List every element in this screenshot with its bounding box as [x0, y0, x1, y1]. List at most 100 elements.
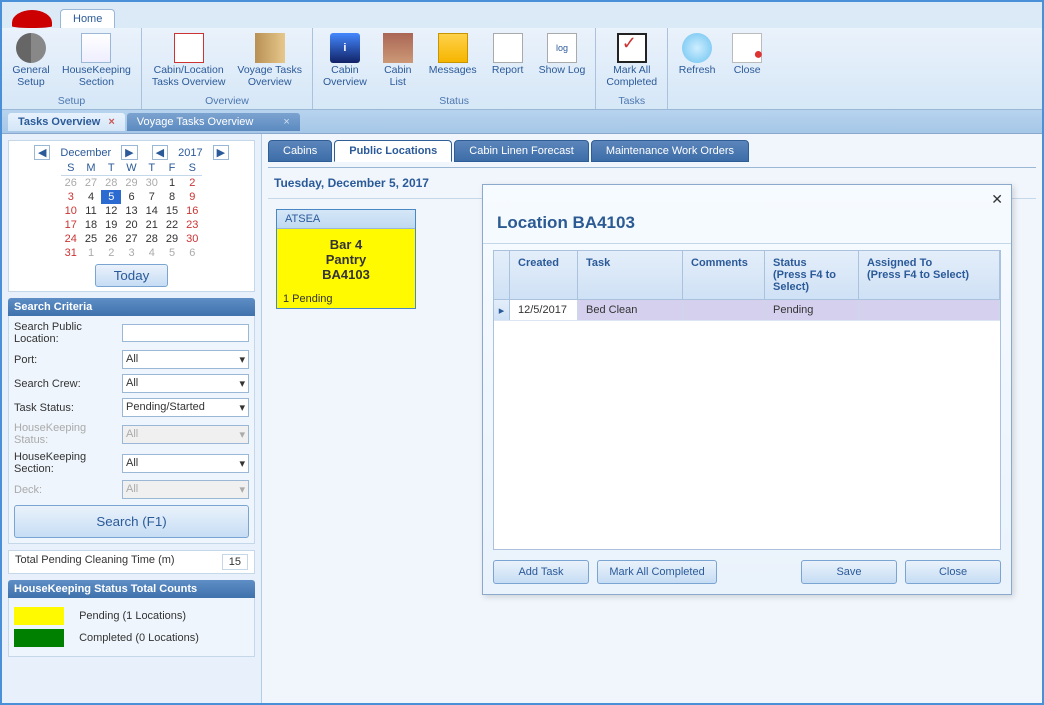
messages-button[interactable]: Messages [423, 29, 483, 95]
search-location-input[interactable] [122, 324, 249, 342]
close-icon [732, 33, 762, 63]
close-dialog-button[interactable]: Close [905, 560, 1001, 584]
tab-cabins[interactable]: Cabins [268, 140, 332, 162]
calendar-day[interactable]: 11 [81, 204, 101, 218]
crew-label: Search Crew: [14, 378, 122, 390]
next-year-button[interactable]: ▶ [213, 145, 229, 160]
calendar-day[interactable]: 8 [162, 190, 182, 204]
save-button[interactable]: Save [801, 560, 897, 584]
calendar-day[interactable]: 14 [142, 204, 162, 218]
calendar-day[interactable]: 5 [162, 246, 182, 260]
pending-time-value: 15 [222, 554, 248, 570]
calendar-day[interactable]: 20 [121, 218, 141, 232]
calendar-day[interactable]: 19 [101, 218, 121, 232]
location-card-header: ATSEA [277, 210, 415, 229]
calendar-day[interactable]: 12 [101, 204, 121, 218]
calendar-day[interactable]: 2 [182, 176, 202, 191]
tab-tasks-overview[interactable]: Tasks Overview × [8, 113, 125, 131]
tab-public-locations[interactable]: Public Locations [334, 140, 452, 162]
dialog-close-button[interactable]: ✕ [991, 191, 1003, 208]
calendar-day[interactable]: 4 [142, 246, 162, 260]
task-status-dropdown[interactable]: Pending/Started▾ [122, 398, 249, 417]
calendar-day[interactable]: 24 [61, 232, 81, 246]
grid-row[interactable]: ▸ 12/5/2017 Bed Clean Pending [494, 300, 1000, 321]
col-comments[interactable]: Comments [683, 251, 765, 299]
calendar-day[interactable]: 30 [142, 176, 162, 191]
calendar-day[interactable]: 6 [121, 190, 141, 204]
calendar-day[interactable]: 31 [61, 246, 81, 260]
housekeeping-section-button[interactable]: HouseKeeping Section [56, 29, 137, 95]
calendar-day[interactable]: 1 [162, 176, 182, 191]
refresh-button[interactable]: Refresh [672, 29, 722, 95]
calendar-day[interactable]: 3 [61, 190, 81, 204]
report-button[interactable]: Report [483, 29, 533, 95]
calendar-day[interactable]: 27 [121, 232, 141, 246]
app-frame: Home General Setup HouseKeeping Section … [0, 0, 1044, 705]
calendar-day[interactable]: 15 [162, 204, 182, 218]
cell-task[interactable]: Bed Clean [578, 300, 683, 320]
show-log-button[interactable]: log Show Log [533, 29, 592, 95]
calendar-day[interactable]: 26 [101, 232, 121, 246]
calendar-day[interactable]: 18 [81, 218, 101, 232]
prev-year-button[interactable]: ◀ [152, 145, 168, 160]
calendar-day[interactable]: 26 [61, 176, 81, 191]
calendar-day[interactable]: 28 [142, 232, 162, 246]
col-assigned[interactable]: Assigned To (Press F4 to Select) [859, 251, 1000, 299]
calendar-day[interactable]: 29 [162, 232, 182, 246]
cell-assigned[interactable] [859, 300, 1000, 320]
close-button[interactable]: Close [722, 29, 772, 95]
calendar-day[interactable]: 23 [182, 218, 202, 232]
calendar-day[interactable]: 2 [101, 246, 121, 260]
tab-home[interactable]: Home [60, 9, 115, 28]
next-month-button[interactable]: ▶ [121, 145, 137, 160]
calendar-day[interactable]: 30 [182, 232, 202, 246]
calendar-day[interactable]: 3 [121, 246, 141, 260]
calendar-day[interactable]: 6 [182, 246, 202, 260]
calendar-day[interactable]: 29 [121, 176, 141, 191]
calendar-day[interactable]: 4 [81, 190, 101, 204]
calendar-day[interactable]: 22 [162, 218, 182, 232]
calendar-day[interactable]: 9 [182, 190, 202, 204]
hk-section-dropdown[interactable]: All▾ [122, 454, 249, 473]
voyage-tasks-overview-button[interactable]: Voyage Tasks Overview [231, 29, 308, 95]
cabin-location-overview-button[interactable]: Cabin/Location Tasks Overview [146, 29, 232, 95]
close-tab-icon[interactable]: × [283, 116, 289, 128]
prev-month-button[interactable]: ◀ [34, 145, 50, 160]
calendar-day[interactable]: 7 [142, 190, 162, 204]
ribbon-group-tasks: Mark All Completed Tasks [596, 28, 668, 109]
calendar-day[interactable]: 28 [101, 176, 121, 191]
calendar-widget: ◀ December ▶ ◀ 2017 ▶ SMTWTFS 2627282930… [8, 140, 255, 292]
calendar-day[interactable]: 21 [142, 218, 162, 232]
calendar-day[interactable]: 5 [101, 190, 121, 204]
calendar-day[interactable]: 27 [81, 176, 101, 191]
calendar-day[interactable]: 17 [61, 218, 81, 232]
calendar-day[interactable]: 1 [81, 246, 101, 260]
calendar-day[interactable]: 13 [121, 204, 141, 218]
close-tab-icon[interactable]: × [108, 116, 114, 128]
col-task[interactable]: Task [578, 251, 683, 299]
calendar-day[interactable]: 10 [61, 204, 81, 218]
mark-all-completed-dialog-button[interactable]: Mark All Completed [597, 560, 717, 584]
cell-comments[interactable] [683, 300, 765, 320]
mark-all-completed-button[interactable]: Mark All Completed [600, 29, 663, 95]
tab-cabin-linen-forecast[interactable]: Cabin Linen Forecast [454, 140, 589, 162]
tab-maintenance-work-orders[interactable]: Maintenance Work Orders [591, 140, 749, 162]
today-button[interactable]: Today [95, 264, 169, 287]
crew-dropdown[interactable]: All▾ [122, 374, 249, 393]
cell-status[interactable]: Pending [765, 300, 859, 320]
cabin-list-button[interactable]: Cabin List [373, 29, 423, 95]
calendar-day[interactable]: 16 [182, 204, 202, 218]
port-dropdown[interactable]: All▾ [122, 350, 249, 369]
general-setup-button[interactable]: General Setup [6, 29, 56, 95]
cabin-overview-button[interactable]: Cabin Overview [317, 29, 373, 95]
app-logo [12, 10, 52, 28]
add-task-button[interactable]: Add Task [493, 560, 589, 584]
col-status[interactable]: Status (Press F4 to Select) [765, 251, 859, 299]
col-created[interactable]: Created [510, 251, 578, 299]
search-button[interactable]: Search (F1) [14, 505, 249, 538]
cell-created[interactable]: 12/5/2017 [510, 300, 578, 320]
tab-voyage-tasks-overview[interactable]: Voyage Tasks Overview × [127, 113, 300, 131]
calendar-day[interactable]: 25 [81, 232, 101, 246]
hk-status-dropdown: All▾ [122, 425, 249, 444]
location-card[interactable]: ATSEA Bar 4 Pantry BA4103 1 Pending [276, 209, 416, 309]
